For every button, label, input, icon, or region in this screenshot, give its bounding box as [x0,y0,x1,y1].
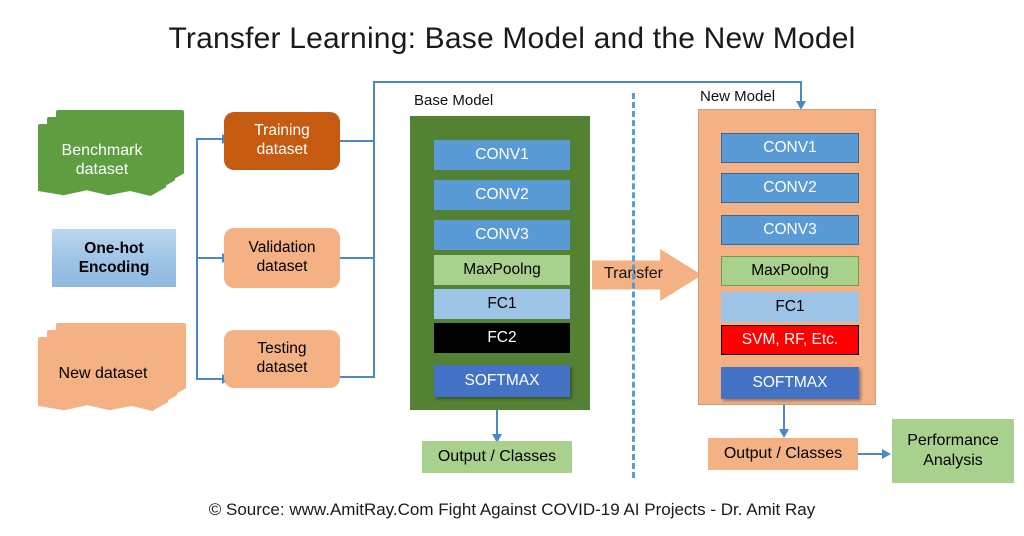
new-dataset-label: New dataset [38,337,168,411]
split-join-testing [340,376,375,378]
new-layer-softmax: SOFTMAX [721,367,859,399]
one-hot-encoding-box: One-hot Encoding [52,229,176,287]
base-layer-fc1: FC1 [434,289,570,319]
training-dataset-line2: dataset [256,141,308,158]
testing-dataset-line1: Testing [257,340,307,358]
base-layer-maxpooling: MaxPoolng [434,255,570,285]
new-layer-fc1: FC1 [721,292,859,322]
top-rail-to-models [373,81,802,83]
diagram-canvas: Transfer Learning: Base Model and the Ne… [0,0,1024,536]
base-layer-softmax: SOFTMAX [434,365,570,397]
split-join-training [340,140,375,142]
base-model-panel: CONV1 CONV2 CONV3 MaxPoolng FC1 FC2 SOFT… [410,116,590,410]
new-output-arrowhead [779,429,789,438]
rail-drop-to-new-model [800,81,802,103]
performance-analysis-line2: Analysis [923,452,983,469]
training-dataset-line1: Training [254,122,310,140]
new-layer-maxpooling: MaxPoolng [721,256,859,286]
base-layer-conv1: CONV1 [434,140,570,170]
benchmark-dataset-line2: dataset [75,161,129,178]
base-output-classes-box: Output / Classes [422,441,572,473]
base-output-connector [496,410,498,436]
model-divider [632,93,635,478]
benchmark-dataset-label: Benchmark dataset [38,124,166,196]
left-branch-training [196,138,224,140]
one-hot-encoding-line1: One-hot [84,239,144,257]
new-layer-svm-rf: SVM, RF, Etc. [721,325,859,355]
validation-dataset-line2: dataset [256,258,308,275]
performance-arrowhead [882,449,891,459]
new-layer-conv3: CONV3 [721,215,859,245]
new-layer-conv2: CONV2 [721,173,859,203]
base-layer-conv2: CONV2 [434,180,570,210]
validation-dataset-line1: Validation [248,239,316,257]
right-bus-vertical [373,81,375,377]
validation-dataset-box: Validation dataset [224,228,340,288]
testing-dataset-line2: dataset [256,359,308,376]
benchmark-dataset-line1: Benchmark [61,141,143,159]
left-bus-vertical [196,139,198,379]
new-layer-conv1: CONV1 [721,133,859,163]
left-branch-validation [196,257,224,259]
new-output-connector [783,405,785,431]
benchmark-dataset-stack: Benchmark dataset [38,110,184,200]
new-model-panel: CONV1 CONV2 CONV3 MaxPoolng FC1 SVM, RF,… [698,109,876,405]
testing-dataset-box: Testing dataset [224,330,340,388]
one-hot-encoding-line2: Encoding [78,259,150,276]
new-output-classes-box: Output / Classes [708,438,858,470]
performance-analysis-line1: Performance [907,432,999,449]
page-title: Transfer Learning: Base Model and the Ne… [168,22,856,55]
new-dataset-stack: New dataset [38,323,186,415]
training-dataset-box: Training dataset [224,112,340,170]
base-model-title: Base Model [414,92,494,109]
base-layer-conv3: CONV3 [434,220,570,250]
performance-analysis-box: Performance Analysis [892,419,1014,483]
base-layer-fc2: FC2 [434,323,570,353]
performance-connector [858,453,884,455]
new-dataset-line1: New dataset [58,365,148,383]
source-credit: © Source: www.AmitRay.Com Fight Against … [208,500,816,519]
left-branch-testing [196,378,224,380]
split-join-validation [340,257,375,259]
new-model-title: New Model [700,88,776,105]
